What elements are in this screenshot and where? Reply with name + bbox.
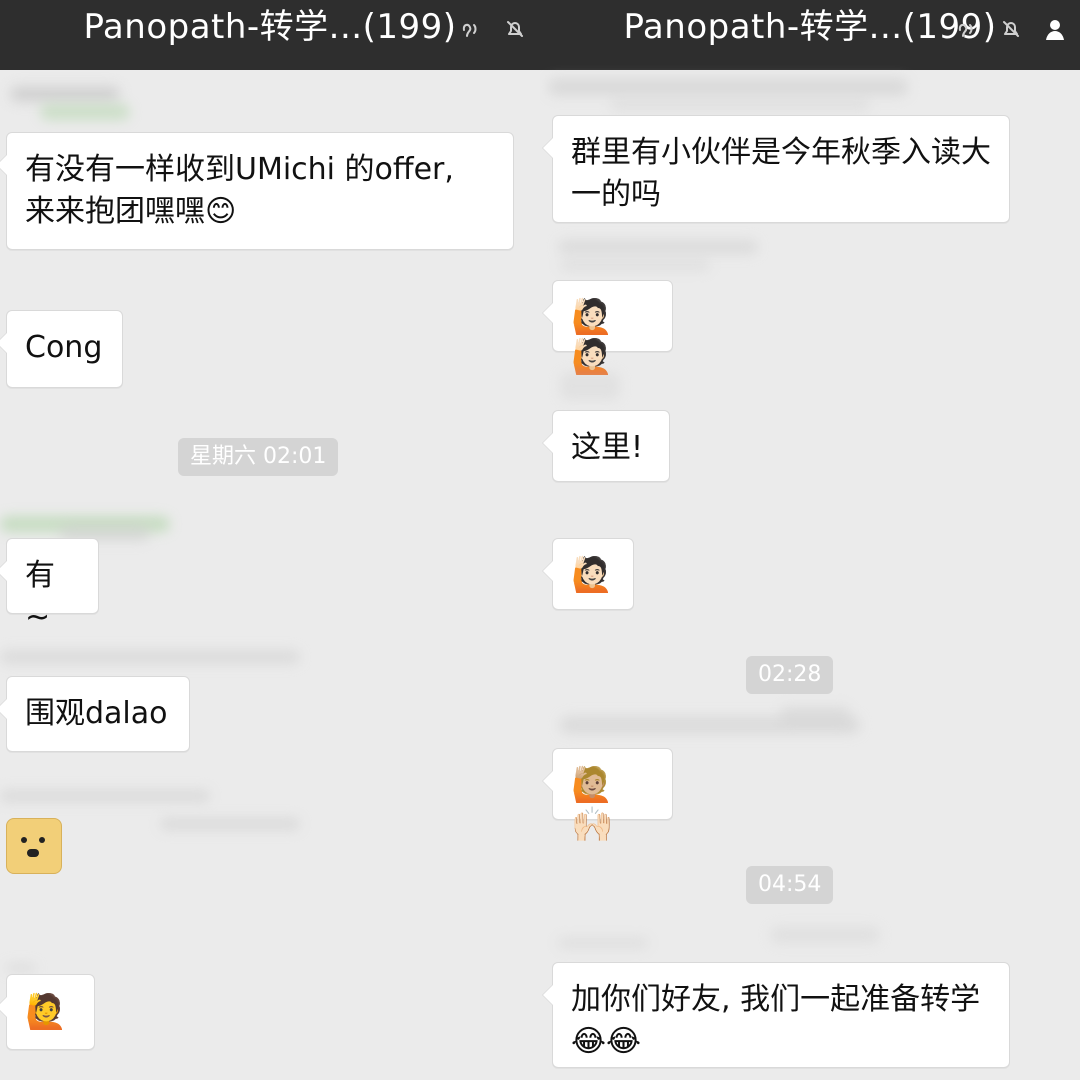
chat-panel-right: Panopath-转学...(199) 群里有小伙伴是今年秋季入读大 一的吗 🙋…: [540, 0, 1080, 1080]
screenshot-root: Panopath-转学...(199) 有没有一样收到UMichi 的offer…: [0, 0, 1080, 1080]
doge-eye: [21, 837, 27, 843]
top-bar-right: Panopath-转学...(199): [540, 0, 1080, 70]
blurred-name: [560, 260, 710, 270]
time-separator: 04:54: [746, 866, 834, 904]
blurred-name: [40, 104, 130, 120]
message-bubble[interactable]: 群里有小伙伴是今年秋季入读大 一的吗: [552, 115, 1010, 223]
blurred-name: [770, 926, 880, 944]
blurred-name: [0, 790, 210, 802]
mute-icon[interactable]: [994, 12, 1028, 46]
message-bubble[interactable]: 加你们好友, 我们一起准备转学 😂😂: [552, 962, 1010, 1068]
profile-icon[interactable]: [1038, 12, 1072, 46]
time-separator: 02:28: [746, 656, 834, 694]
top-bar-left: Panopath-转学...(199): [0, 0, 540, 70]
blurred-name: [610, 100, 870, 110]
blurred-name: [548, 78, 908, 96]
doge-nose: [27, 849, 39, 857]
doge-eye: [39, 837, 45, 843]
time-separator: 星期六 02:01: [178, 438, 339, 476]
message-bubble[interactable]: 🙋🏼🙌🏻: [552, 748, 673, 845]
blurred-name: [780, 706, 850, 724]
listen-mode-icon[interactable]: [454, 12, 488, 46]
top-icons-left: [454, 12, 532, 46]
blurred-name: [558, 240, 758, 254]
blurred-name: [6, 964, 36, 972]
mute-icon[interactable]: [498, 12, 532, 46]
blurred-name: [558, 938, 648, 948]
message-bubble[interactable]: 🙋🏻: [552, 538, 634, 610]
chat-panel-left: Panopath-转学...(199) 有没有一样收到UMichi 的offer…: [0, 0, 540, 1080]
message-bubble[interactable]: 有~: [6, 538, 99, 635]
blurred-name: [560, 372, 620, 400]
message-bubble[interactable]: 这里!: [552, 410, 670, 482]
message-bubble[interactable]: 🙋🏻🙋🏻: [552, 280, 673, 377]
blurred-name: [0, 650, 300, 664]
doge-sticker[interactable]: [6, 818, 62, 874]
message-bubble[interactable]: 有没有一样收到UMichi 的offer, 来来抱团嘿嘿😊: [6, 132, 514, 250]
blurred-name: [160, 818, 300, 830]
message-bubble[interactable]: Cong: [6, 310, 123, 388]
message-bubble[interactable]: 围观dalao: [6, 676, 190, 752]
blurred-name: [10, 86, 120, 102]
listen-mode-icon[interactable]: [950, 12, 984, 46]
top-icons-right: [950, 12, 1072, 46]
message-bubble[interactable]: 🙋: [6, 974, 95, 1050]
